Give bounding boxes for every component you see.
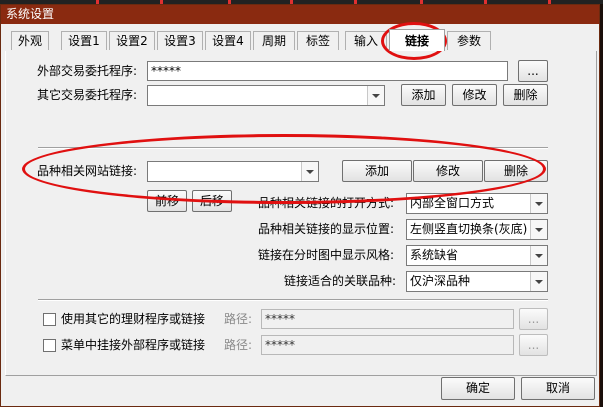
external-trade-input[interactable]: ***** <box>147 61 508 81</box>
trade-modify-button[interactable]: 修改 <box>452 84 497 106</box>
chevron-down-icon[interactable] <box>530 194 547 213</box>
assoc-value: 仅沪深品种 <box>410 274 471 288</box>
move-down-button[interactable]: 后移 <box>192 190 232 212</box>
menu-path-browse-button[interactable]: ... <box>519 334 548 356</box>
style-label: 链接在分时图中显示风格: <box>258 248 395 262</box>
display-pos-value: 左侧竖直切换条(灰底) <box>410 222 528 236</box>
group-divider <box>38 299 548 301</box>
display-pos-select[interactable]: 左侧竖直切换条(灰底) <box>406 219 548 240</box>
settings-dialog: 系统设置 外观 设置1 设置2 设置3 设置4 周期 标签 输入 链接 参数 外… <box>0 4 600 407</box>
ok-button[interactable]: 确定 <box>441 377 515 400</box>
style-value: 系统缺省 <box>410 248 459 262</box>
trade-add-button[interactable]: 添加 <box>401 84 446 106</box>
site-link-select[interactable] <box>147 161 319 182</box>
chevron-down-icon[interactable] <box>301 162 318 181</box>
open-mode-value: 内部全窗口方式 <box>410 196 495 210</box>
tab-params[interactable]: 参数 <box>447 31 491 50</box>
menu-checkbox[interactable] <box>43 339 56 352</box>
external-trade-browse-button[interactable]: ... <box>518 60 548 82</box>
other-trade-label: 其它交易委托程序: <box>37 88 138 102</box>
tab-links[interactable]: 链接 <box>389 29 445 51</box>
path-label: 路径: <box>224 312 253 326</box>
tab-settings4[interactable]: 设置4 <box>205 31 251 50</box>
site-link-delete-button[interactable]: 删除 <box>484 160 548 182</box>
open-mode-select[interactable]: 内部全窗口方式 <box>406 193 548 214</box>
use-other-checkbox[interactable] <box>43 313 56 326</box>
chevron-down-icon[interactable] <box>530 272 547 291</box>
site-link-add-button[interactable]: 添加 <box>342 160 412 182</box>
menu-path-label: 路径: <box>224 338 253 352</box>
assoc-select[interactable]: 仅沪深品种 <box>406 271 548 292</box>
chevron-down-icon[interactable] <box>530 246 547 265</box>
assoc-label: 链接适合的关联品种: <box>284 274 397 288</box>
tab-tags[interactable]: 标签 <box>297 31 339 50</box>
site-link-label: 品种相关网站链接: <box>37 164 138 178</box>
dialog-title: 系统设置 <box>1 5 599 24</box>
divider <box>38 147 548 149</box>
tab-input[interactable]: 输入 <box>345 31 387 50</box>
path-input[interactable]: ***** <box>261 309 514 329</box>
move-up-button[interactable]: 前移 <box>147 190 187 212</box>
links-panel: 外部交易委托程序: ***** ... 其它交易委托程序: 添加 修改 删除 品… <box>5 51 597 376</box>
path-browse-button[interactable]: ... <box>519 308 548 330</box>
chevron-down-icon[interactable] <box>530 220 547 239</box>
chevron-down-icon[interactable] <box>367 86 384 105</box>
tab-bar: 外观 设置1 设置2 设置3 设置4 周期 标签 输入 链接 参数 <box>5 29 597 52</box>
trade-delete-button[interactable]: 删除 <box>503 84 548 106</box>
open-mode-label: 品种相关链接的打开方式: <box>258 196 395 210</box>
menu-path-input[interactable]: ***** <box>261 335 514 355</box>
tab-settings1[interactable]: 设置1 <box>61 31 107 50</box>
site-link-modify-button[interactable]: 修改 <box>413 160 483 182</box>
style-select[interactable]: 系统缺省 <box>406 245 548 266</box>
tab-period[interactable]: 周期 <box>253 31 295 50</box>
use-other-label: 使用其它的理财程序或链接 <box>61 312 206 326</box>
tab-settings3[interactable]: 设置3 <box>157 31 203 50</box>
display-pos-label: 品种相关链接的显示位置: <box>258 222 395 236</box>
menu-label: 菜单中挂接外部程序或链接 <box>61 338 206 352</box>
external-trade-label: 外部交易委托程序: <box>37 64 138 78</box>
tab-settings2[interactable]: 设置2 <box>109 31 155 50</box>
cancel-button[interactable]: 取消 <box>521 377 595 400</box>
other-trade-select[interactable] <box>147 85 385 106</box>
tab-appearance[interactable]: 外观 <box>11 31 49 50</box>
